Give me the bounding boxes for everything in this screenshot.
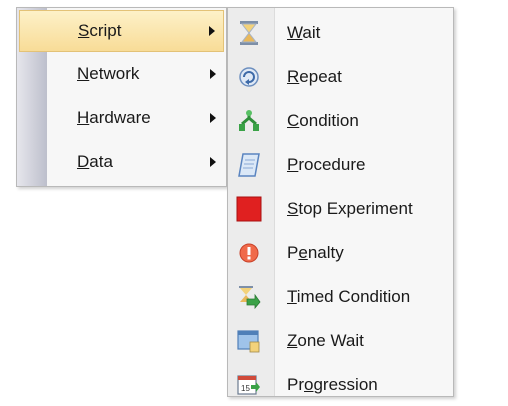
submenu-item-label: Procedure <box>287 155 366 174</box>
submenu-arrow-icon <box>210 113 216 123</box>
menu-item-label: Network <box>77 64 140 83</box>
menu-item-data[interactable]: Data <box>19 141 224 183</box>
timed-condition-icon <box>236 284 262 310</box>
menu-item-hardware[interactable]: Hardware <box>19 97 224 139</box>
penalty-icon <box>236 240 262 266</box>
procedure-icon <box>236 152 262 178</box>
submenu-arrow-icon <box>210 157 216 167</box>
submenu-item-label: Timed Condition <box>287 287 411 306</box>
submenu-item-label: Repeat <box>287 67 342 86</box>
submenu-item-label: Progression <box>287 375 378 394</box>
progression-icon: 15 <box>236 372 262 398</box>
submenu-item-progression[interactable]: 15 Progression <box>230 364 451 406</box>
submenu-item-condition[interactable]: Condition <box>230 100 451 142</box>
zone-wait-icon <box>236 328 262 354</box>
submenu-arrow-icon <box>209 26 215 36</box>
submenu-item-penalty[interactable]: Penalty <box>230 232 451 274</box>
hourglass-icon <box>236 20 262 46</box>
repeat-icon <box>236 64 262 90</box>
submenu-item-label: Stop Experiment <box>287 199 413 218</box>
submenu-item-zone-wait[interactable]: Zone Wait <box>230 320 451 362</box>
submenu-item-label: Penalty <box>287 243 344 262</box>
menu-item-network[interactable]: Network <box>19 53 224 95</box>
submenu-item-stop-experiment[interactable]: Stop Experiment <box>230 188 451 230</box>
menu-item-label: Data <box>77 152 113 171</box>
submenu-item-label: Wait <box>287 23 321 42</box>
submenu-arrow-icon <box>210 69 216 79</box>
submenu-item-repeat[interactable]: Repeat <box>230 56 451 98</box>
submenu-item-label: Condition <box>287 111 359 130</box>
context-menu: Script Network Hardware Data <box>16 7 227 187</box>
condition-icon <box>236 108 262 134</box>
svg-text:15: 15 <box>241 384 250 393</box>
submenu-item-timed-condition[interactable]: Timed Condition <box>230 276 451 318</box>
script-submenu: Wait Repeat Condition Procedure Stop Exp… <box>227 7 454 397</box>
submenu-item-wait[interactable]: Wait <box>230 12 451 54</box>
menu-item-script[interactable]: Script <box>19 10 224 52</box>
stop-icon <box>236 196 262 222</box>
submenu-item-label: Zone Wait <box>287 331 364 350</box>
menu-item-label: Script <box>78 21 122 40</box>
submenu-item-procedure[interactable]: Procedure <box>230 144 451 186</box>
menu-item-label: Hardware <box>77 108 151 127</box>
